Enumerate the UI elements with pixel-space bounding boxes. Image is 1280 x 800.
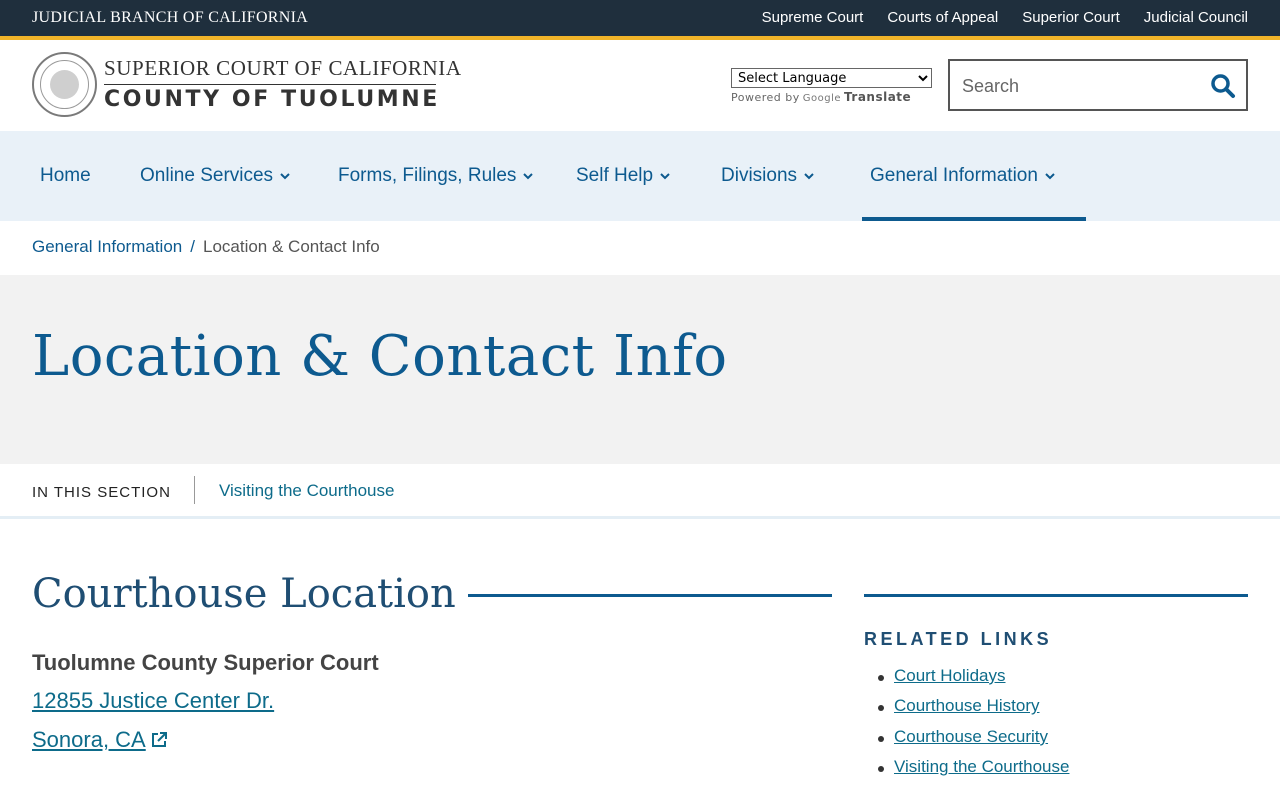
- top-link-supreme-court[interactable]: Supreme Court: [762, 9, 864, 26]
- list-item: Courthouse History: [877, 696, 1069, 726]
- list-item: Court Holidays: [877, 666, 1069, 696]
- chevron-down-icon: [660, 173, 670, 180]
- nav-online-services[interactable]: Online Services: [140, 131, 291, 221]
- search-box: [948, 59, 1248, 111]
- breadcrumb-current: Location & Contact Info: [202, 237, 380, 256]
- external-link-icon: [151, 732, 167, 747]
- logo-divider: [104, 84, 436, 85]
- logo-state-title[interactable]: SUPERIOR COURT OF CALIFORNIA: [104, 56, 462, 81]
- breadcrumb-separator: /: [190, 237, 195, 256]
- main-navigation: Home Online Services Forms, Filings, Rul…: [0, 131, 1280, 221]
- page-hero: Location & Contact Info: [0, 275, 1280, 464]
- sidebar-rule: [864, 594, 1248, 597]
- list-item: Visiting the Courthouse: [877, 757, 1069, 787]
- in-this-section-bar: IN THIS SECTION Visiting the Courthouse: [0, 464, 1280, 519]
- address-city-link[interactable]: Sonora, CA: [32, 727, 168, 753]
- related-links-title: RELATED LINKS: [864, 629, 1053, 649]
- nav-general-information[interactable]: General Information: [862, 131, 1086, 221]
- court-seal-icon[interactable]: [32, 52, 97, 117]
- powered-by-label: Powered by: [731, 91, 800, 104]
- search-icon[interactable]: [1210, 73, 1236, 99]
- related-link-courthouse-security[interactable]: Courthouse Security: [894, 727, 1048, 746]
- powered-by-google-translate: Powered by Google Translate: [731, 90, 932, 104]
- search-input[interactable]: [962, 73, 1202, 99]
- breadcrumb: General Information / Location & Contact…: [32, 237, 380, 257]
- list-item: Courthouse Security: [877, 727, 1069, 757]
- logo-county-title[interactable]: COUNTY OF TUOLUMNE: [104, 87, 440, 112]
- nav-home-label: Home: [40, 165, 91, 186]
- nav-general-information-label: General Information: [870, 165, 1038, 186]
- nav-divisions[interactable]: Divisions: [721, 131, 815, 221]
- chevron-down-icon: [1045, 173, 1055, 180]
- heading-rule: [468, 594, 832, 597]
- translate-label[interactable]: Translate: [844, 90, 911, 104]
- address-street-link[interactable]: 12855 Justice Center Dr.: [32, 688, 274, 714]
- related-link-court-holidays[interactable]: Court Holidays: [894, 666, 1006, 685]
- nav-self-help-label: Self Help: [576, 165, 654, 186]
- google-logo: Google: [802, 93, 842, 104]
- chevron-down-icon: [804, 173, 814, 180]
- chevron-down-icon: [523, 173, 534, 180]
- nav-home[interactable]: Home: [40, 131, 91, 221]
- related-link-courthouse-history[interactable]: Courthouse History: [894, 696, 1040, 715]
- related-links-list: Court Holidays Courthouse History Courth…: [877, 666, 1069, 788]
- top-link-courts-of-appeal[interactable]: Courts of Appeal: [887, 9, 998, 26]
- section-link-visiting-courthouse[interactable]: Visiting the Courthouse: [219, 481, 394, 501]
- judicial-branch-title: JUDICIAL BRANCH OF CALIFORNIA: [32, 9, 309, 26]
- nav-divisions-label: Divisions: [721, 165, 798, 186]
- top-links: Supreme Court Courts of Appeal Superior …: [762, 9, 1248, 26]
- chevron-down-icon: [280, 173, 290, 180]
- section-divider: [194, 476, 195, 504]
- in-this-section-label: IN THIS SECTION: [32, 484, 171, 501]
- nav-forms-label: Forms, Filings, Rules: [338, 165, 517, 186]
- nav-self-help[interactable]: Self Help: [576, 131, 671, 221]
- breadcrumb-general-information[interactable]: General Information: [32, 237, 182, 257]
- court-name: Tuolumne County Superior Court: [32, 650, 379, 675]
- related-link-visiting-courthouse[interactable]: Visiting the Courthouse: [894, 757, 1069, 776]
- language-select[interactable]: Select Language: [731, 68, 932, 88]
- site-header: SUPERIOR COURT OF CALIFORNIA COUNTY OF T…: [0, 40, 1280, 131]
- nav-forms-filings-rules[interactable]: Forms, Filings, Rules: [338, 131, 534, 221]
- top-utility-bar: JUDICIAL BRANCH OF CALIFORNIA Supreme Co…: [0, 0, 1280, 36]
- top-link-judicial-council[interactable]: Judicial Council: [1144, 9, 1248, 26]
- nav-online-services-label: Online Services: [140, 165, 274, 186]
- address-city-label: Sonora, CA: [32, 727, 146, 752]
- courthouse-location-heading: Courthouse Location: [32, 571, 456, 617]
- top-link-superior-court[interactable]: Superior Court: [1022, 9, 1120, 26]
- google-translate-widget: Select Language Powered by Google Translat…: [731, 68, 932, 104]
- page-title: Location & Contact Info: [32, 324, 728, 389]
